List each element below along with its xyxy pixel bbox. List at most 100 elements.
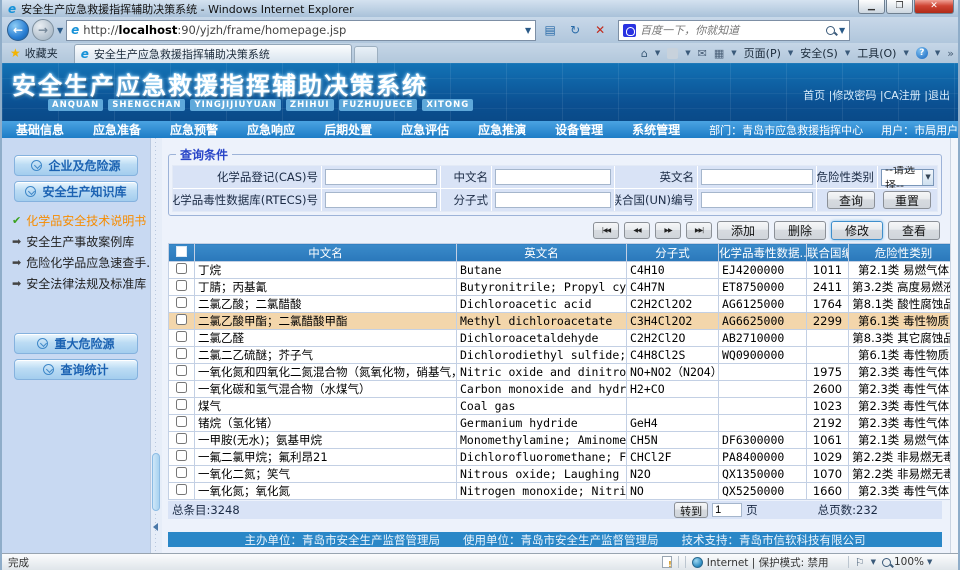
user-links[interactable]: 首页 |修改密码 |CA注册 |退出 <box>803 87 950 103</box>
overflow-chevron-icon[interactable]: » <box>947 47 954 60</box>
close-button[interactable]: ✕ <box>914 0 954 14</box>
table-row[interactable]: 锗烷（氢化锗） Germanium hydride GeH4 2192 第2.3… <box>169 415 951 432</box>
add-button[interactable]: 添加 <box>717 221 769 240</box>
nav-item[interactable]: 应急评估 <box>401 121 449 138</box>
nav-item[interactable]: 应急预警 <box>170 121 218 138</box>
splitter-collapse-icon[interactable] <box>153 523 158 531</box>
nav-item[interactable]: 设备管理 <box>555 121 603 138</box>
next-page-button[interactable]: ▶▶ <box>655 222 681 239</box>
splitter-handle[interactable] <box>152 453 160 511</box>
maximize-button[interactable]: ❐ <box>886 0 913 14</box>
modify-button[interactable]: 修改 <box>831 221 883 240</box>
row-checkbox[interactable] <box>176 382 187 393</box>
page-number-input[interactable] <box>712 503 742 517</box>
home-icon[interactable]: ⌂ <box>641 47 648 60</box>
row-checkbox[interactable] <box>176 331 187 342</box>
compatibility-view-icon[interactable]: ▤ <box>539 20 561 40</box>
new-tab-button[interactable] <box>354 46 378 63</box>
forward-button[interactable]: → <box>32 19 54 41</box>
rss-icon[interactable] <box>667 48 678 59</box>
sidebar-group-enterprise[interactable]: 企业及危险源 <box>14 155 138 176</box>
table-row[interactable]: 丁腈；丙基氰 Butyronitrile; Propyl cyanide C4H… <box>169 279 951 296</box>
sidebar-item[interactable]: ➡ 危险化学品应急速查手... <box>12 252 150 273</box>
menu-safety[interactable]: 安全(S) <box>800 45 838 61</box>
row-checkbox[interactable] <box>176 433 187 444</box>
url-field[interactable]: e http://localhost:90/yjzh/frame/homepag… <box>66 20 536 41</box>
un-input[interactable] <box>701 192 813 208</box>
table-row[interactable]: 丁烷 Butane C4H10 EJ4200000 1011 第2.1类 易燃气… <box>169 262 951 279</box>
page-alert-icon[interactable] <box>662 556 672 568</box>
refresh-button[interactable]: ↻ <box>564 20 586 40</box>
search-icon[interactable] <box>826 26 835 35</box>
table-row[interactable]: 二氯二乙硫醚；芥子气 Dichlorodiethyl sulfide; Must… <box>169 347 951 364</box>
formula-input[interactable] <box>495 192 611 208</box>
history-dropdown-icon[interactable]: ▼ <box>57 26 63 35</box>
row-checkbox[interactable] <box>176 314 187 325</box>
print-icon[interactable]: ▦ <box>714 47 724 60</box>
row-checkbox[interactable] <box>176 297 187 308</box>
table-row[interactable]: 二氯乙酸甲酯；二氯醋酸甲酯 Methyl dichloroacetate C3H… <box>169 313 951 330</box>
delete-button[interactable]: 删除 <box>774 221 826 240</box>
zoom-control[interactable]: 100% ▼ <box>882 556 952 568</box>
row-checkbox[interactable] <box>176 348 187 359</box>
nav-item[interactable]: 后期处置 <box>324 121 372 138</box>
compat-caret[interactable]: ▼ <box>871 558 876 566</box>
sidebar-item[interactable]: ✔ 化学品安全技术说明书 <box>12 210 150 231</box>
sidebar-splitter[interactable] <box>150 138 162 553</box>
sidebar-item[interactable]: ➡ 安全法律法规及标准库 <box>12 273 150 294</box>
favorites-button[interactable]: ★ 收藏夹 <box>6 45 66 63</box>
row-checkbox[interactable] <box>176 484 187 495</box>
chinese-name-input[interactable] <box>495 169 611 185</box>
table-row[interactable]: 一氧化氮；氧化氮 Nitrogen monoxide; Nitric oxide… <box>169 483 951 500</box>
nav-item[interactable]: 应急推演 <box>478 121 526 138</box>
cas-input[interactable] <box>325 169 437 185</box>
sidebar-group-query-stats[interactable]: 查询统计 <box>14 359 138 380</box>
row-checkbox[interactable] <box>176 263 187 274</box>
compat-mode-icon[interactable]: ⚐ <box>855 556 865 569</box>
minimize-button[interactable]: ▁ <box>858 0 885 14</box>
back-button[interactable]: ← <box>7 19 29 41</box>
menu-tools[interactable]: 工具(O) <box>857 45 896 61</box>
search-dropdown-icon[interactable]: ▼ <box>839 26 845 35</box>
row-checkbox[interactable] <box>176 280 187 291</box>
view-button[interactable]: 查看 <box>888 221 940 240</box>
home-dropdown-icon[interactable]: ▼ <box>655 49 660 57</box>
sidebar-item[interactable]: ➡ 安全生产事故案例库 <box>12 231 150 252</box>
sidebar-group-major-hazard[interactable]: 重大危险源 <box>14 333 138 354</box>
row-checkbox[interactable] <box>176 450 187 461</box>
reset-button[interactable]: 重置 <box>883 191 931 209</box>
mail-icon[interactable]: ✉ <box>698 47 707 60</box>
page-scrollbar[interactable] <box>950 138 958 553</box>
row-checkbox[interactable] <box>176 416 187 427</box>
print-dropdown-icon[interactable]: ▼ <box>731 49 736 57</box>
url-dropdown-icon[interactable]: ▼ <box>525 26 531 35</box>
row-checkbox[interactable] <box>176 365 187 376</box>
table-row[interactable]: 二氯乙酸；二氯醋酸 Dichloroacetic acid C2H2Cl2O2 … <box>169 296 951 313</box>
row-checkbox[interactable] <box>176 399 187 410</box>
tab-active[interactable]: e 安全生产应急救援指挥辅助决策系统 <box>74 44 352 63</box>
menu-page[interactable]: 页面(P) <box>744 45 781 61</box>
table-row[interactable]: 一氧化二氮；笑气 Nitrous oxide; Laughing gas N2O… <box>169 466 951 483</box>
table-row[interactable]: 一氧化氮和四氧化二氮混合物（氮氧化物，硝基气，氧化氮气体） Nitric oxi… <box>169 364 951 381</box>
table-row[interactable]: 一氟二氯甲烷；氟利昂21 Dichlorofluoromethane; Freo… <box>169 449 951 466</box>
sidebar-group-knowledge[interactable]: 安全生产知识库 <box>14 181 138 202</box>
stop-button[interactable]: ✕ <box>589 20 611 40</box>
nav-item[interactable]: 基础信息 <box>16 121 64 138</box>
help-icon[interactable]: ? <box>916 47 928 59</box>
last-page-button[interactable]: ▶▶| <box>686 222 712 239</box>
hazard-class-select[interactable]: --请选择-- ▼ <box>881 169 934 186</box>
table-row[interactable]: 二氯乙醛 Dichloroacetaldehyde C2H2Cl2O AB271… <box>169 330 951 347</box>
rtecs-input[interactable] <box>325 192 437 208</box>
english-name-input[interactable] <box>701 169 813 185</box>
select-all-checkbox[interactable] <box>169 244 195 262</box>
nav-item[interactable]: 应急准备 <box>93 121 141 138</box>
table-row[interactable]: 一氧化碳和氢气混合物（水煤气） Carbon monoxide and hydr… <box>169 381 951 398</box>
first-page-button[interactable]: |◀◀ <box>593 222 619 239</box>
search-button[interactable]: 查询 <box>827 191 875 209</box>
prev-page-button[interactable]: ◀◀ <box>624 222 650 239</box>
goto-page-button[interactable]: 转到 <box>674 502 708 518</box>
nav-item[interactable]: 应急响应 <box>247 121 295 138</box>
table-row[interactable]: 煤气 Coal gas 1023 第2.3类 毒性气体 <box>169 398 951 415</box>
rss-dropdown-icon[interactable]: ▼ <box>685 49 690 57</box>
search-box[interactable]: 百度一下，你就知道 ▼ <box>618 20 850 41</box>
